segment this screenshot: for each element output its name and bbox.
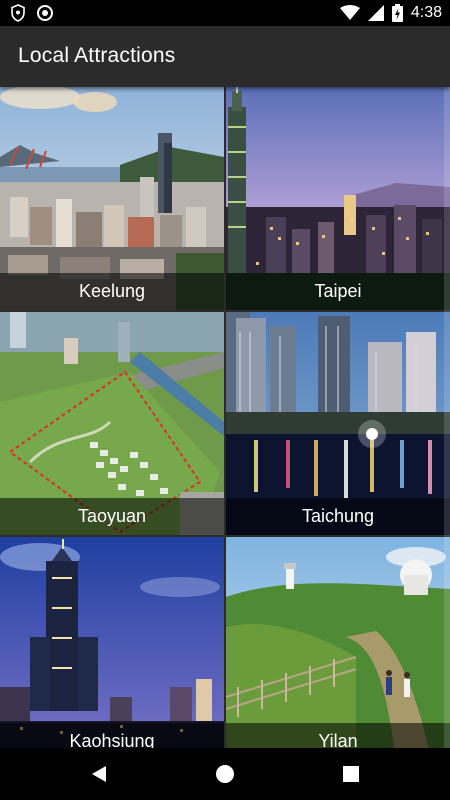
navigation-bar [0, 748, 450, 800]
recents-button[interactable] [338, 761, 364, 787]
wifi-icon [339, 5, 360, 20]
sync-icon [37, 5, 53, 21]
attraction-caption: Yilan [226, 723, 450, 748]
attraction-name: Taichung [301, 506, 375, 526]
back-button[interactable] [86, 761, 112, 787]
attraction-tile-keelung[interactable]: Keelung [0, 87, 224, 310]
attraction-caption: Taoyuan [0, 498, 224, 535]
attraction-tile-taoyuan[interactable]: Taoyuan [0, 312, 224, 535]
attraction-tile-kaohsiung[interactable]: Kaohsiung [0, 537, 224, 748]
attraction-tile-taipei[interactable]: Taipei [226, 87, 450, 310]
home-button[interactable] [212, 761, 238, 787]
yilan-photo [226, 537, 450, 748]
attraction-tile-yilan[interactable]: Yilan [226, 537, 450, 748]
app-bar: Local Attractions [0, 26, 450, 87]
app-title: Local Attractions [18, 44, 176, 67]
attraction-caption: Taichung [226, 498, 450, 535]
attraction-name: Yilan [318, 731, 358, 748]
attraction-caption: Keelung [0, 273, 224, 310]
scrollbar-track[interactable] [444, 87, 450, 748]
home-icon [216, 765, 234, 783]
clock-time: 4:38 [410, 4, 442, 21]
attraction-name: Taoyuan [77, 506, 147, 526]
attraction-tile-taichung[interactable]: Taichung [226, 312, 450, 535]
attraction-name: Kaohsiung [69, 731, 155, 748]
signal-icon [367, 5, 384, 21]
status-bar: 4:38 [0, 0, 450, 26]
recents-icon [343, 766, 359, 782]
attractions-grid[interactable]: Keelung Taipei Taoyuan Taichung Kaohsiun… [0, 87, 450, 748]
kaohsiung-photo [0, 537, 224, 748]
attraction-caption: Taipei [226, 273, 450, 310]
attraction-name: Keelung [78, 281, 146, 301]
battery-charging-icon [391, 4, 403, 22]
attraction-name: Taipei [314, 281, 362, 301]
shield-icon [11, 4, 25, 22]
back-icon [92, 766, 106, 782]
attraction-caption: Kaohsiung [0, 723, 224, 748]
